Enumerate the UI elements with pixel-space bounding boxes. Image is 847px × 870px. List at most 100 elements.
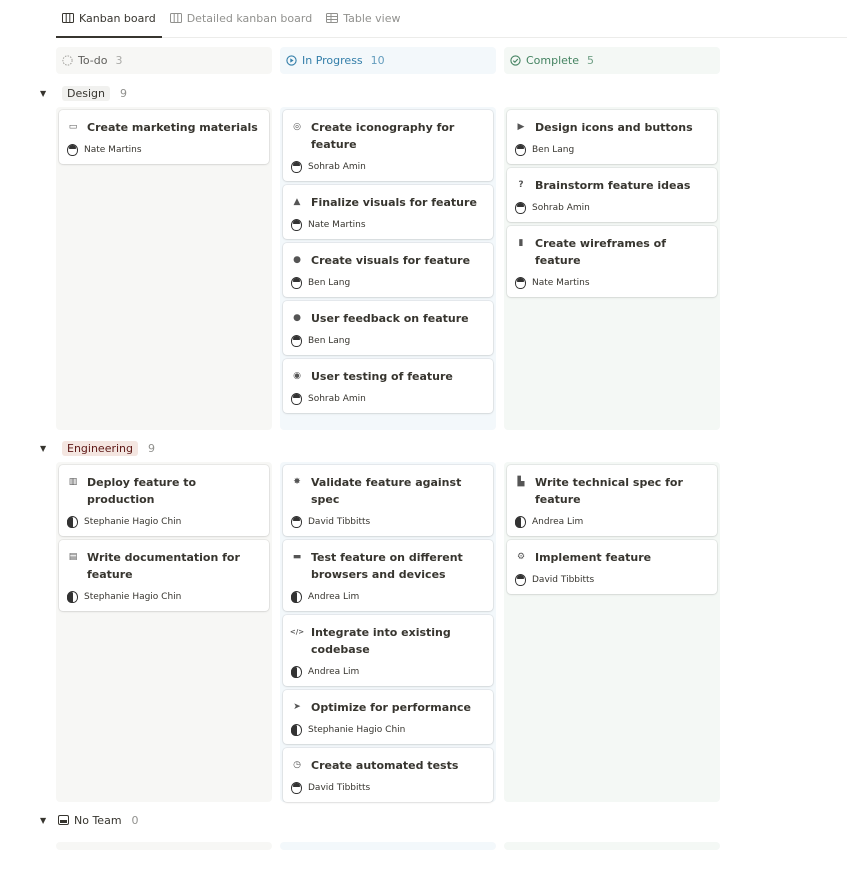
card-title-row: ◎ Create iconography for feature — [291, 119, 485, 153]
card-title: Deploy feature to production — [87, 476, 197, 506]
assignee-name: Stephanie Hagio Chin — [84, 592, 182, 602]
chat-bubble-icon: ● — [293, 313, 301, 323]
column-count: 10 — [370, 54, 385, 67]
group-tag: Design — [62, 85, 110, 101]
card-title-row: ✸ Validate feature against spec — [291, 474, 485, 508]
task-card[interactable]: ⚙ Implement feature David Tibbitts — [507, 540, 717, 594]
column-complete: ▙ Write technical spec for feature Andrea … — [504, 462, 720, 802]
task-card[interactable]: ◷ Create automated tests David Tibbitts — [283, 748, 493, 802]
avatar — [291, 782, 302, 794]
group-tag: Engineering — [62, 440, 138, 456]
assignee-name: Sohrab Amin — [308, 162, 366, 172]
card-title: Validate feature against spec — [311, 476, 462, 506]
card-title-row: ◉ User testing of feature — [291, 368, 485, 385]
factory-icon: ▥ — [68, 477, 78, 487]
column-header-complete[interactable]: Complete 5 — [504, 47, 720, 74]
card-title-row: ▙ Write technical spec for feature — [515, 474, 709, 508]
avatar — [291, 219, 302, 231]
column-complete — [504, 842, 720, 850]
play-icon: ▶ — [517, 122, 525, 132]
card-title: User feedback on feature — [311, 312, 469, 325]
assignee-name: Andrea Lim — [308, 667, 360, 677]
brush-icon: ▲ — [293, 197, 301, 207]
assignee: David Tibbitts — [291, 781, 485, 795]
phone-icon: ▮ — [518, 238, 524, 248]
card-title: Create visuals for feature — [311, 254, 471, 267]
assignee-name: Andrea Lim — [308, 592, 360, 602]
assignee-name: Nate Martins — [308, 220, 366, 230]
assignee-name: Sohrab Amin — [532, 203, 590, 213]
tab-kanban-board[interactable]: Kanban board — [56, 0, 162, 38]
task-card[interactable]: ◉ User testing of feature Sohrab Amin — [283, 359, 493, 413]
task-card[interactable]: ? Brainstorm feature ideas Sohrab Amin — [507, 168, 717, 222]
assignee: Stephanie Hagio Chin — [67, 590, 261, 604]
card-title-row: ? Brainstorm feature ideas — [515, 177, 709, 194]
card-title: Brainstorm feature ideas — [535, 179, 691, 192]
assignee: Ben Lang — [291, 276, 485, 290]
tab-label: Table view — [343, 11, 401, 25]
avatar — [291, 591, 302, 603]
tab-table-view[interactable]: Table view — [320, 0, 406, 37]
card-title: Write documentation for feature — [87, 551, 240, 581]
assignee-name: Nate Martins — [532, 278, 590, 288]
task-card[interactable]: ▙ Write technical spec for feature Andrea … — [507, 465, 717, 536]
task-card[interactable]: ● Create visuals for feature Ben Lang — [283, 243, 493, 297]
task-card[interactable]: ✸ Validate feature against spec David Tibb… — [283, 465, 493, 536]
column-todo: ▭ Create marketing materials Nate Martins — [56, 107, 272, 430]
task-card[interactable]: </> Integrate into existing codebase Andre… — [283, 615, 493, 686]
code-icon: </> — [289, 628, 305, 636]
tab-label: Kanban board — [79, 11, 156, 25]
group-columns: ▥ Deploy feature to production Stephanie H… — [56, 462, 720, 802]
task-card[interactable]: ▭ Create marketing materials Nate Martins — [59, 110, 269, 164]
column-header-todo[interactable]: To-do 3 — [56, 47, 272, 74]
play-circle-icon — [286, 55, 297, 66]
assignee: Sohrab Amin — [291, 160, 485, 174]
assignee: Ben Lang — [291, 334, 485, 348]
card-title-row: ▤ Write documentation for feature — [67, 549, 261, 583]
assignee-name: Stephanie Hagio Chin — [308, 725, 406, 735]
assignee: Sohrab Amin — [291, 392, 485, 406]
assignee: Ben Lang — [515, 143, 709, 157]
card-title-row: ▬ Test feature on different browsers and … — [291, 549, 485, 583]
card-title-row: ⚙ Implement feature — [515, 549, 709, 566]
task-card[interactable]: ● User feedback on feature Ben Lang — [283, 301, 493, 355]
group-count: 9 — [119, 86, 127, 100]
card-title: Finalize visuals for feature — [311, 196, 477, 209]
group-count: 0 — [131, 813, 139, 827]
task-card[interactable]: ▲ Finalize visuals for feature Nate Martin… — [283, 185, 493, 239]
task-card[interactable]: ▬ Test feature on different browsers and … — [283, 540, 493, 611]
gear-icon: ⚙ — [516, 552, 526, 562]
assignee-name: Ben Lang — [308, 278, 351, 288]
column-in-progress: ◎ Create iconography for feature Sohrab Am… — [280, 107, 496, 430]
task-card[interactable]: ▤ Write documentation for feature Stephani… — [59, 540, 269, 611]
column-in-progress — [280, 842, 496, 850]
card-title: Test feature on different browsers and d… — [311, 551, 463, 581]
task-card[interactable]: ➤ Optimize for performance Stephanie Hagio… — [283, 690, 493, 744]
tab-detailed-kanban-board[interactable]: Detailed kanban board — [164, 0, 319, 37]
avatar — [515, 516, 526, 528]
target-icon: ◎ — [293, 122, 301, 132]
browser-icon: ▭ — [68, 122, 78, 132]
column-header-in-progress[interactable]: In Progress 10 — [280, 47, 496, 74]
collapse-toggle-icon[interactable]: ▼ — [40, 89, 50, 98]
assignee: Andrea Lim — [291, 665, 485, 679]
task-card[interactable]: ▶ Design icons and buttons Ben Lang — [507, 110, 717, 164]
collapse-toggle-icon[interactable]: ▼ — [40, 816, 50, 825]
assignee-name: Stephanie Hagio Chin — [84, 517, 182, 527]
task-card[interactable]: ◎ Create iconography for feature Sohrab Am… — [283, 110, 493, 181]
avatar — [291, 335, 302, 347]
task-card[interactable]: ▮ Create wireframes of feature Nate Martin… — [507, 226, 717, 297]
clock-icon: ◷ — [293, 760, 301, 770]
card-title-row: ◷ Create automated tests — [291, 757, 485, 774]
collapse-toggle-icon[interactable]: ▼ — [40, 444, 50, 453]
check-circle-icon — [510, 55, 521, 66]
badge-icon: ✸ — [293, 477, 301, 487]
card-title-row: ● User feedback on feature — [291, 310, 485, 327]
assignee: Andrea Lim — [515, 515, 709, 529]
task-card[interactable]: ▥ Deploy feature to production Stephanie H… — [59, 465, 269, 536]
avatar — [291, 161, 302, 173]
keyboard-icon: ▤ — [68, 552, 78, 562]
card-title-row: ▥ Deploy feature to production — [67, 474, 261, 508]
avatar — [515, 277, 526, 289]
dashed-circle-icon — [62, 55, 73, 66]
